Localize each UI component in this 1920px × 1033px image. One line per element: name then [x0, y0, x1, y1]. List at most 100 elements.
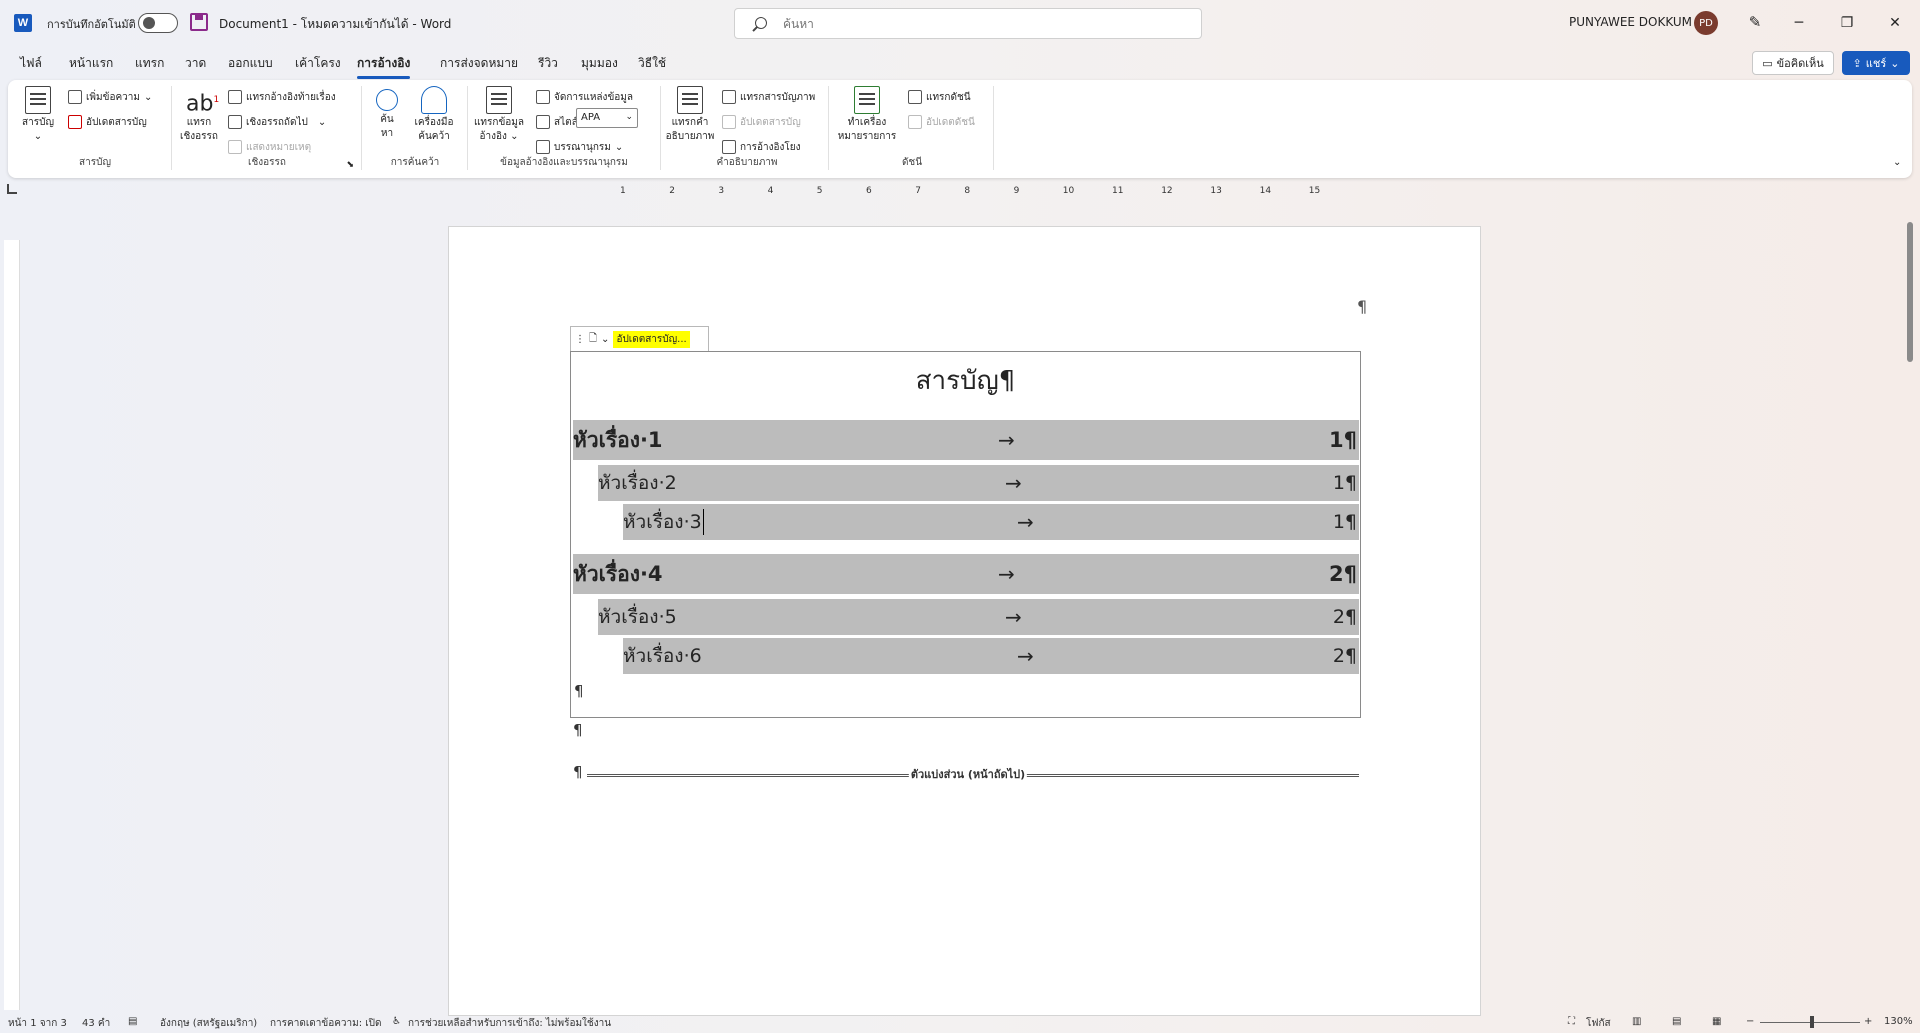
dialog-launcher-icon[interactable]: ⬊	[346, 160, 354, 170]
tab-mailings[interactable]: การส่งจดหมาย	[440, 54, 518, 73]
focus-icon[interactable]: ⛶	[1568, 1016, 1575, 1027]
toc-entry[interactable]: หัวเรื่อง·6 → 2¶	[623, 638, 1359, 674]
insert-table-of-figures-button[interactable]: แทรกสารบัญภาพ	[722, 88, 815, 106]
mark-entry-button[interactable]: ทำเครื่อง หมายรายการ	[836, 86, 898, 144]
print-layout-icon[interactable]: ▤	[1672, 1016, 1681, 1027]
toc-button-label: สารบัญ	[22, 117, 54, 128]
next-footnote-button[interactable]: เชิงอรรถถัดไป ⌄	[228, 113, 326, 131]
zoom-out-button[interactable]: −	[1746, 1016, 1754, 1027]
tab-draw[interactable]: วาด	[185, 54, 206, 73]
save-icon[interactable]	[190, 13, 208, 31]
language-status[interactable]: อังกฤษ (สหรัฐอเมริกา)	[160, 1016, 257, 1031]
tab-arrow-icon: →	[998, 562, 1015, 586]
insert-citation-button[interactable]: แทรกข้อมูล อ้างอิง ⌄	[472, 86, 526, 144]
toc-entry-page: 1¶	[1332, 472, 1357, 494]
comments-button[interactable]: ▭ ข้อคิดเห็น	[1752, 51, 1834, 75]
autosave-toggle[interactable]	[138, 13, 178, 33]
update-toc-button[interactable]: อัปเดตสารบัญ	[68, 113, 147, 131]
paragraph-mark: ¶	[573, 763, 583, 781]
tab-home[interactable]: หน้าแรก	[69, 54, 113, 73]
toc-entry[interactable]: หัวเรื่อง·5 → 2¶	[598, 599, 1359, 635]
vertical-scrollbar[interactable]	[1905, 216, 1915, 1016]
insert-endnote-button[interactable]: แทรกอ้างอิงท้ายเรื่อง	[228, 88, 336, 106]
horizontal-ruler[interactable]: 1 2 3 4 5 6 7 8 9 10 11 12 13 14 15	[448, 182, 1478, 198]
cross-reference-button[interactable]: การอ้างอิงโยง	[722, 138, 801, 156]
text-prediction-status[interactable]: การคาดเดาข้อความ: เปิด	[270, 1016, 382, 1031]
insert-index-icon	[908, 90, 922, 104]
scrollbar-thumb[interactable]	[1907, 222, 1913, 362]
toc-entry[interactable]: หัวเรื่อง·4 → 2¶	[573, 554, 1359, 594]
pen-icon[interactable]: ✎	[1746, 13, 1764, 31]
tab-review[interactable]: รีวิว	[538, 54, 558, 73]
tab-references[interactable]: การอ้างอิง	[357, 54, 411, 79]
tab-view[interactable]: มุมมอง	[581, 54, 618, 73]
paragraph-mark: ¶	[573, 721, 583, 739]
collapse-ribbon-icon[interactable]: ⌄	[1893, 157, 1901, 168]
user-name[interactable]: PUNYAWEE DOKKUM	[1569, 15, 1692, 29]
zoom-in-button[interactable]: +	[1864, 1016, 1872, 1027]
share-button[interactable]: ⇪ แชร์ ⌄	[1842, 51, 1910, 75]
update-toc-icon	[68, 115, 82, 129]
tab-help[interactable]: วิธีใช้	[638, 54, 666, 73]
tab-selector[interactable]	[7, 184, 17, 194]
researcher-label-1: เครื่องมือ	[414, 117, 454, 128]
update-index-button[interactable]: อัปเดตดัชนี	[908, 113, 975, 131]
tab-layout[interactable]: เค้าโครง	[295, 54, 341, 73]
vertical-ruler[interactable]	[4, 240, 20, 1010]
proofing-icon[interactable]: ▤	[128, 1016, 137, 1027]
document-icon[interactable]: 🗋	[589, 331, 597, 348]
accessibility-icon[interactable]: ♿	[392, 1016, 401, 1027]
ribbon-tabs: ไฟล์ หน้าแรก แทรก วาด ออกแบบ เค้าโครง กา…	[0, 50, 1920, 79]
document-page[interactable]: ¶ ⋮ 🗋 ⌄ อัปเดตสารบัญ... สารบัญ¶ หัวเรื่อ…	[448, 226, 1481, 1016]
show-notes-button[interactable]: แสดงหมายเหตุ	[228, 138, 311, 156]
search-button[interactable]: ค้นหา	[370, 86, 404, 141]
toc-entry[interactable]: หัวเรื่อง·2 → 1¶	[598, 465, 1359, 501]
comment-icon: ▭	[1762, 56, 1773, 70]
toc-button[interactable]: สารบัญ ⌄	[20, 86, 56, 144]
avatar[interactable]: PD	[1694, 11, 1718, 35]
restore-button[interactable]: ❐	[1824, 8, 1870, 38]
read-mode-icon[interactable]: ▥	[1632, 1016, 1641, 1027]
citation-style-select[interactable]: APA ⌄	[576, 108, 638, 128]
tab-file[interactable]: ไฟล์	[20, 54, 42, 73]
zoom-slider-thumb[interactable]	[1810, 1016, 1814, 1028]
tab-insert[interactable]: แทรก	[135, 54, 164, 73]
manage-sources-button[interactable]: จัดการแหล่งข้อมูล	[536, 88, 633, 106]
search-box[interactable]	[734, 8, 1202, 39]
toc-entry[interactable]: หัวเรื่อง·1 → 1¶	[573, 420, 1359, 460]
chevron-down-icon[interactable]: ⌄	[601, 334, 609, 345]
update-table-button[interactable]: อัปเดตสารบัญ...	[613, 330, 690, 348]
toc-group-label: สารบัญ	[79, 157, 111, 168]
focus-label[interactable]: โฟกัส	[1586, 1016, 1611, 1031]
word-count[interactable]: 43 คำ	[82, 1016, 110, 1031]
insert-caption-button[interactable]: แทรกคำ อธิบายภาพ	[664, 86, 716, 144]
search-label-1: ค้น	[380, 114, 394, 125]
footnotes-group-label: เชิงอรรถ	[248, 157, 286, 168]
toc-entry-text: หัวเรื่อง·2	[598, 472, 677, 494]
insert-index-button[interactable]: แทรกดัชนี	[908, 88, 971, 106]
update-figures-button[interactable]: อัปเดตสารบัญ	[722, 113, 801, 131]
table-of-contents[interactable]: สารบัญ¶ หัวเรื่อง·1 → 1¶ หัวเรื่อง·2 → 1…	[570, 351, 1361, 718]
captions-group: แทรกคำ อธิบายภาพ แทรกสารบัญภาพ อัปเดตสารบ…	[664, 84, 830, 174]
bibliography-button[interactable]: บรรณานุกรม ⌄	[536, 138, 623, 156]
accessibility-status[interactable]: การช่วยเหลือสำหรับการเข้าถึง: ไม่พร้อมใช…	[408, 1016, 611, 1031]
bibliography-label: บรรณานุกรม	[554, 141, 611, 153]
researcher-button[interactable]: เครื่องมือ ค้นคว้า	[410, 86, 458, 144]
search-input[interactable]	[783, 15, 1183, 33]
add-text-button[interactable]: เพิ่มข้อความ ⌄	[68, 88, 152, 106]
web-layout-icon[interactable]: ▦	[1712, 1016, 1721, 1027]
toc-content-control-tab[interactable]: ⋮ 🗋 ⌄ อัปเดตสารบัญ...	[570, 326, 709, 351]
ribbon-divider	[171, 86, 172, 170]
text-cursor	[702, 509, 704, 535]
ribbon-divider	[467, 86, 468, 170]
tab-design[interactable]: ออกแบบ	[228, 54, 273, 73]
page-count[interactable]: หน้า 1 จาก 3	[8, 1016, 67, 1031]
close-button[interactable]: ✕	[1872, 8, 1918, 38]
toc-entry[interactable]: หัวเรื่อง·3 → 1¶	[623, 504, 1359, 540]
drag-handle-icon[interactable]: ⋮	[575, 334, 585, 345]
tab-arrow-icon: →	[1005, 605, 1022, 629]
minimize-button[interactable]: ─	[1776, 8, 1822, 38]
zoom-level[interactable]: 130%	[1884, 1016, 1913, 1027]
search-label-2: หา	[380, 128, 394, 139]
insert-footnote-button[interactable]: ab1 แทรก เชิงอรรถ	[180, 86, 219, 144]
